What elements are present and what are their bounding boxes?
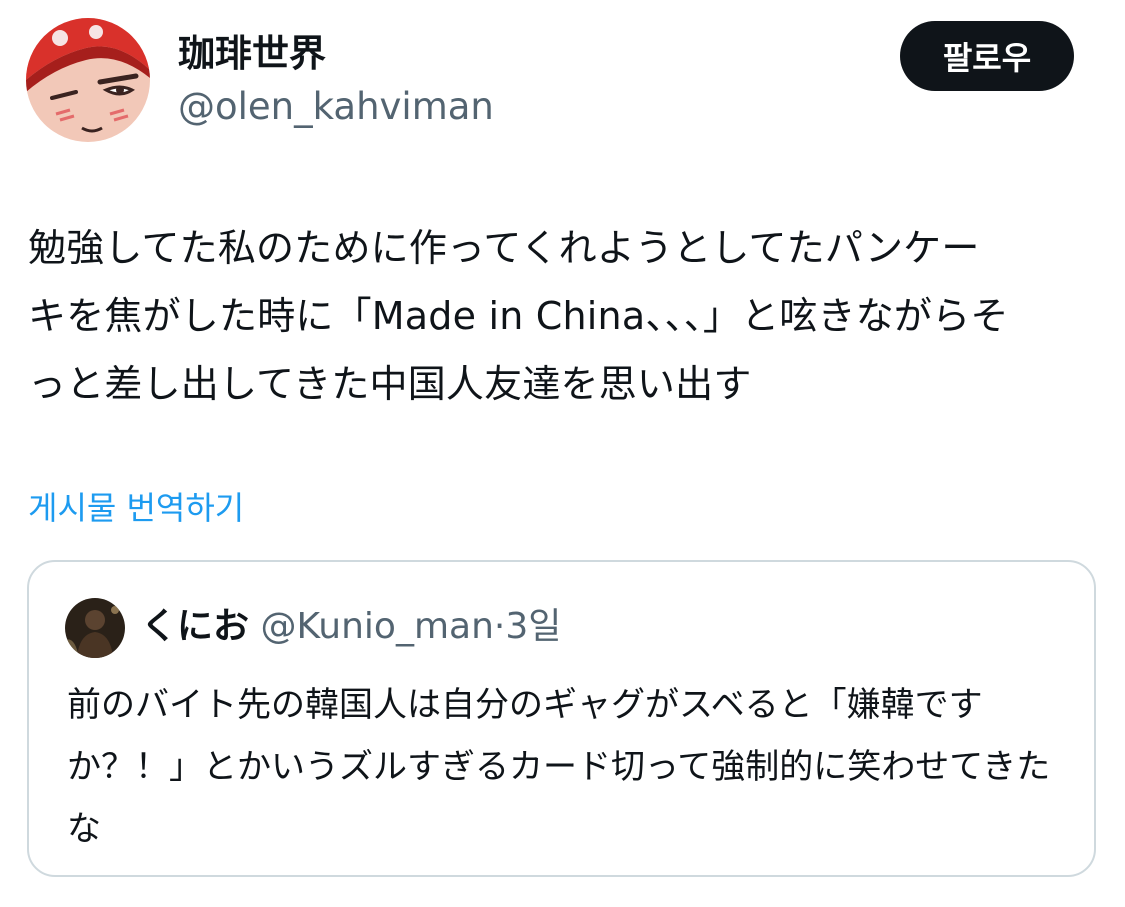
quoted-author-name[interactable]: くにお (141, 606, 249, 647)
author-display-name[interactable]: 珈琲世界 (178, 30, 326, 78)
author-handle[interactable]: @olen_kahviman (178, 84, 494, 130)
quoted-tweet-text: 前のバイト先の韓国人は自分のギャグがスベると「嫌韓ですか？！」とかいうズルすぎる… (67, 685, 1051, 849)
separator-dot: · (493, 606, 506, 647)
follow-button[interactable]: 팔로우 (900, 21, 1074, 91)
quoted-author-handle[interactable]: @Kunio_man (260, 606, 493, 647)
dark-photo-avatar-icon (65, 598, 125, 658)
quoted-tweet-header: くにお @Kunio_man·3일 (141, 602, 561, 652)
quoted-tweet-time[interactable]: 3일 (505, 606, 561, 647)
author-avatar[interactable] (26, 18, 150, 142)
quoted-author-avatar[interactable] (65, 598, 125, 658)
anime-character-avatar-icon (26, 18, 150, 142)
tweet-text: 勉強してた私のために作ってくれようとしてたパンケー キを焦がした時に「Made … (28, 226, 1009, 406)
quoted-tweet-card[interactable]: くにお @Kunio_man·3일 前のバイト先の韓国人は自分のギャグがスベると… (27, 560, 1096, 877)
translate-post-link[interactable]: 게시물 번역하기 (28, 486, 244, 530)
